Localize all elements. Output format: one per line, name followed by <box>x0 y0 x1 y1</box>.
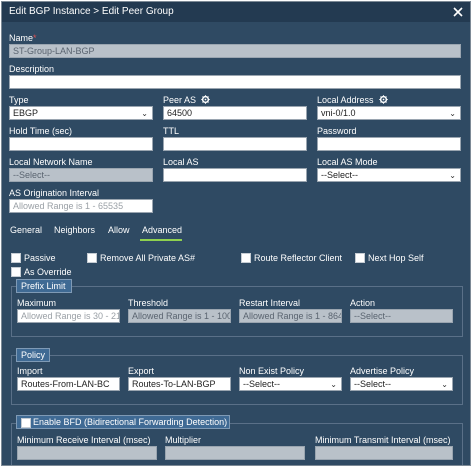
passive-checkbox[interactable] <box>11 253 21 263</box>
restart-interval-field: Allowed Range is 1 - 864 <box>239 309 342 323</box>
restart-interval-label: Restart Interval <box>239 298 301 308</box>
remove-private-as-checkbox[interactable] <box>87 253 97 263</box>
as-override-label: As Override <box>24 267 72 277</box>
next-hop-self-checkbox[interactable] <box>355 253 365 263</box>
threshold-label: Threshold <box>128 298 169 308</box>
hold-time-label: Hold Time (sec) <box>9 126 73 136</box>
policy-title: Policy <box>16 348 50 362</box>
local-as-label: Local AS <box>163 157 199 167</box>
close-icon[interactable] <box>452 6 464 18</box>
description-label: Description <box>9 64 55 74</box>
tab-allow[interactable]: Allow <box>108 225 130 235</box>
gear-icon[interactable] <box>201 95 210 104</box>
peer-as-label: Peer AS <box>163 95 210 105</box>
enable-bfd-label: Enable BFD (Bidirectional Forwarding Det… <box>33 417 228 427</box>
local-network-name-select: --Select-- <box>9 168 153 182</box>
tab-neighbors[interactable]: Neighbors <box>54 225 95 235</box>
min-receive-interval-field <box>17 446 157 460</box>
password-label: Password <box>317 126 357 136</box>
advertise-policy-label: Advertise Policy <box>350 366 415 376</box>
hold-time-field[interactable] <box>9 137 153 151</box>
import-select[interactable]: Routes-From-LAN-BC <box>17 377 120 391</box>
chevron-down-icon: ⌄ <box>441 380 448 389</box>
as-origination-interval-label: AS Origination Interval <box>9 188 100 198</box>
min-transmit-interval-label: Minimum Transmit Interval (msec) <box>315 435 451 445</box>
local-as-mode-label: Local AS Mode <box>317 157 378 167</box>
min-receive-interval-label: Minimum Receive Interval (msec) <box>17 435 151 445</box>
export-label: Export <box>128 366 155 376</box>
prefix-limit-title: Prefix Limit <box>16 279 72 293</box>
action-label: Action <box>350 298 376 308</box>
peer-as-field[interactable]: 64500 <box>163 106 307 120</box>
as-override-checkbox[interactable] <box>11 267 21 277</box>
chevron-down-icon: ⌄ <box>141 109 148 118</box>
passive-label: Passive <box>24 253 56 263</box>
ttl-label: TTL <box>163 126 180 136</box>
advertise-policy-select[interactable]: --Select-- ⌄ <box>350 377 453 391</box>
export-select[interactable]: Routes-To-LAN-BGP <box>128 377 231 391</box>
maximum-label: Maximum <box>17 298 57 308</box>
action-select: --Select-- <box>350 309 453 323</box>
import-label: Import <box>17 366 43 376</box>
chevron-down-icon: ⌄ <box>449 171 456 180</box>
dialog-titlebar: Edit BGP Instance > Edit Peer Group <box>2 2 470 22</box>
local-as-mode-select[interactable]: --Select-- ⌄ <box>317 168 461 182</box>
threshold-field: Allowed Range is 1 - 100 <box>128 309 231 323</box>
local-network-name-label: Local Network Name <box>9 157 93 167</box>
min-transmit-interval-field <box>315 446 453 460</box>
name-label: Name* <box>9 33 37 43</box>
description-field[interactable] <box>9 75 461 89</box>
non-exist-policy-select[interactable]: --Select-- ⌄ <box>239 377 342 391</box>
as-origination-interval-field[interactable]: Allowed Range is 1 - 65535 <box>9 199 153 213</box>
chevron-down-icon: ⌄ <box>330 380 337 389</box>
bfd-title: Enable BFD (Bidirectional Forwarding Det… <box>16 415 230 429</box>
local-address-label: Local Address <box>317 95 388 105</box>
enable-bfd-checkbox[interactable] <box>21 418 31 428</box>
dialog-title: Edit BGP Instance > Edit Peer Group <box>9 6 174 17</box>
non-exist-policy-label: Non Exist Policy <box>239 366 305 376</box>
name-field: ST-Group-LAN-BGP <box>9 44 461 58</box>
remove-private-as-label: Remove All Private AS# <box>100 253 196 263</box>
tab-advanced[interactable]: Advanced <box>142 225 182 235</box>
route-reflector-client-label: Route Reflector Client <box>254 253 343 263</box>
multiplier-label: Multiplier <box>165 435 202 445</box>
ttl-field[interactable] <box>163 137 307 151</box>
local-address-select[interactable]: vni-0/1.0 ⌄ <box>317 106 461 120</box>
required-mark: * <box>33 33 37 43</box>
maximum-field[interactable]: Allowed Range is 30 - 21 <box>17 309 120 323</box>
password-field[interactable] <box>317 137 461 151</box>
active-tab-indicator <box>140 239 182 241</box>
multiplier-field <box>165 446 305 460</box>
edit-peer-group-dialog: Edit BGP Instance > Edit Peer Group Name… <box>1 1 471 466</box>
gear-icon[interactable] <box>378 95 388 104</box>
route-reflector-client-checkbox[interactable] <box>241 253 251 263</box>
tab-general[interactable]: General <box>10 225 42 235</box>
local-as-field[interactable] <box>163 168 307 182</box>
type-label: Type <box>9 95 29 105</box>
chevron-down-icon: ⌄ <box>449 109 456 118</box>
next-hop-self-label: Next Hop Self <box>368 253 424 263</box>
type-select[interactable]: EBGP ⌄ <box>9 106 153 120</box>
